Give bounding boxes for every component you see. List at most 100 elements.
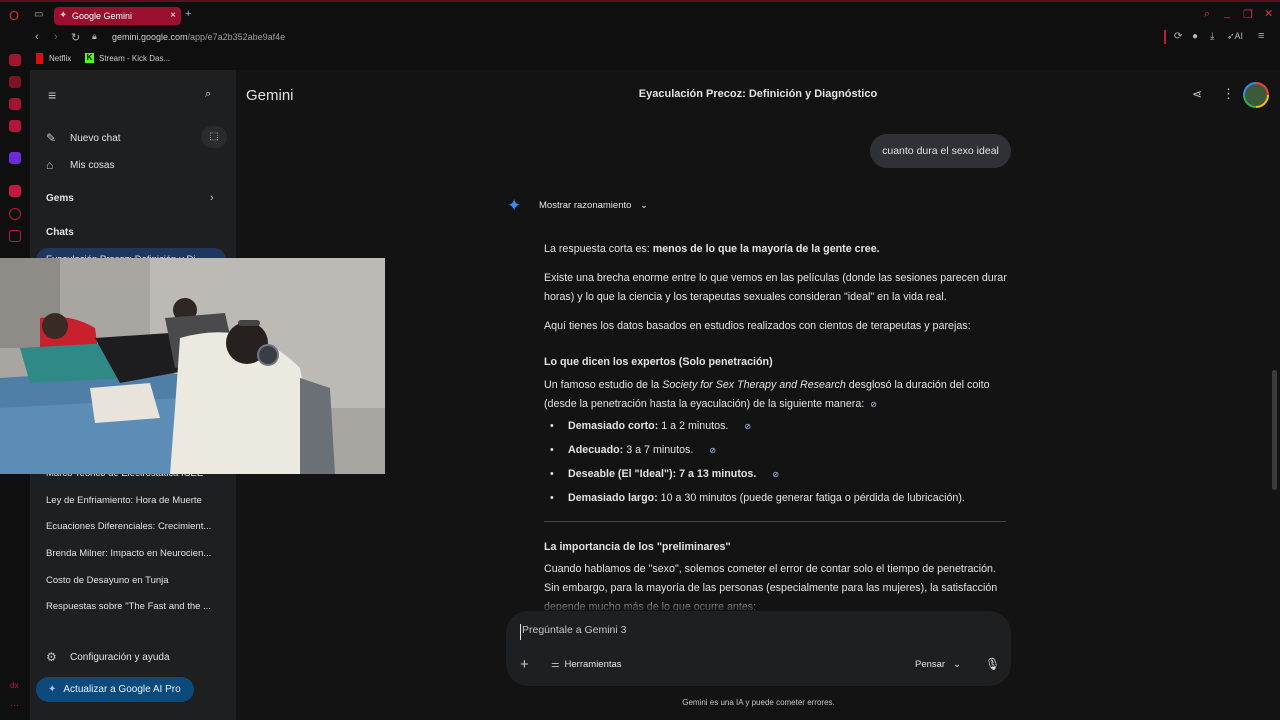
new-tab-button[interactable]: + [185,8,191,20]
divider [544,521,1006,522]
sparkle-icon: ✦ [48,684,57,695]
gemini-favicon-icon: ✦ [59,10,68,21]
back-icon[interactable]: ‹ [35,31,39,43]
mode-selector[interactable]: Pensar ⌄ [915,659,961,670]
list-item-bold: Adecuado: [568,444,624,456]
bookmark-netflix[interactable]: Netflix [49,54,71,63]
chevron-down-icon: ⌄ [640,200,649,211]
maximize-icon[interactable]: ❐ [1243,8,1253,21]
response-paragraph: Aquí tienes los datos basados en estudio… [544,320,971,332]
list-item-bold: Demasiado corto: [568,420,659,432]
more-icon[interactable]: ··· [10,700,19,710]
close-tab-icon[interactable]: × [170,10,176,21]
messenger-icon[interactable] [9,98,21,110]
source-link-icon[interactable]: ⊘ [709,446,716,455]
upgrade-label: Actualizar a Google AI Pro [63,684,181,695]
response-bold: menos de lo que la mayoría de la gente c… [652,243,880,255]
gems-button[interactable]: Gems [46,193,74,204]
my-stuff-label: Mis cosas [70,159,115,171]
lock-icon[interactable]: 🔒︎ [92,31,97,42]
bookmark-kick[interactable]: Stream - Kick Das... [99,54,170,63]
reload-icon[interactable]: ↻ [71,31,80,44]
close-window-icon[interactable]: ✕ [1264,7,1273,20]
opera-logo-icon[interactable]: O [9,8,19,23]
temporary-chat-button[interactable]: ⬚ [201,126,227,148]
search-tabs-icon[interactable]: ⌕ [1204,8,1210,21]
list-item: Demasiado largo: 10 a 30 minutos (puede … [550,492,965,504]
new-chat-button[interactable]: ✎ Nuevo chat [46,131,121,145]
add-icon[interactable]: + [520,656,529,673]
my-stuff-button[interactable]: ⌂ Mis cosas [46,158,114,172]
tab-island-icon[interactable]: ▭ [34,9,43,20]
list-item: Demasiado corto: 1 a 2 minutos. ⊘ [550,420,751,432]
chats-header: Chats [46,227,74,238]
mode-label: Pensar [915,659,946,670]
microphone-icon[interactable]: 🎙︎ [985,657,1000,671]
show-reasoning-label: Mostrar razonamiento [539,200,632,211]
snapshot-icon[interactable]: ⟳ [1174,31,1182,42]
response-paragraph: Existe una brecha enorme entre lo que ve… [544,272,1007,303]
source-link-icon[interactable]: ⊘ [744,422,751,431]
tools-icon: ⚌ [551,659,560,670]
search-icon[interactable]: ⌕ [205,88,211,101]
shopping-icon[interactable] [9,76,21,88]
twitch-icon[interactable] [9,152,21,164]
download-icon[interactable]: ⤓ [1210,31,1214,42]
easy-setup-icon[interactable]: ≡ [1258,30,1264,42]
refresh-panel-icon[interactable] [9,54,21,66]
side-bottom-label: dx [10,681,19,690]
netflix-icon [36,53,43,64]
list-item: Adecuado: 3 a 7 minutos. ⊘ [550,444,716,456]
tools-label: Herramientas [564,659,622,670]
edit-icon: ✎ [46,131,57,145]
minimize-icon[interactable]: _ [1224,7,1230,19]
user-message: cuanto dura el sexo ideal [870,134,1011,168]
extensions-icon[interactable] [9,230,21,242]
menu-icon[interactable]: ≡ [48,87,56,103]
webcam-overlay [0,258,385,474]
upgrade-button[interactable]: ✦ Actualizar a Google AI Pro [36,677,194,702]
scrollbar[interactable] [1272,370,1277,490]
disclaimer: Gemini es una IA y puede cometer errores… [682,698,835,707]
url-path: /app/e7a2b352abe9af4e [187,32,286,42]
video-icon[interactable] [9,120,21,132]
chevron-right-icon: › [210,192,214,204]
list-item: Deseable (El "Ideal"): 7 a 13 minutos. ⊘ [550,468,779,480]
history-item[interactable]: Ecuaciones Diferenciales: Crecimient... [46,521,220,532]
chevron-down-icon: ⌄ [953,659,962,670]
conversation-title: Eyaculación Precoz: Definición y Diagnós… [638,88,878,100]
address-divider [1164,30,1166,44]
list-item-text: 3 a 7 minutos. [623,444,694,456]
source-link-icon[interactable]: ⊘ [772,470,779,479]
list-item-text: 1 a 2 minutos. [658,420,729,432]
player-icon[interactable] [9,185,21,197]
webcam-scene [0,258,385,474]
source-link-icon[interactable]: ⊘ [870,395,877,414]
response-italic: Society for Sex Therapy and Research [662,379,846,391]
gear-icon: ⚙ [46,650,57,664]
tools-button[interactable]: ⚌ Herramientas [551,659,622,670]
prompt-input[interactable]: Pregúntale a Gemini 3 [520,624,820,640]
history-item[interactable]: Costo de Desayuno en Tunja [46,575,220,586]
url-field[interactable]: gemini.google.com/app/e7a2b352abe9af4e [112,32,285,42]
avatar[interactable] [1243,82,1269,108]
history-item[interactable]: Ley de Enfriamiento: Hora de Muerte [46,495,220,506]
list-item-bold: Demasiado largo: [568,492,658,504]
main-header: Gemini Eyaculación Precoz: Definición y … [236,70,1280,118]
browser-tab-bar: O ▭ ✦ Google Gemini × + ⌕ _ ❐ ✕ [0,0,1280,28]
section-heading: La importancia de los "preliminares" [544,541,731,553]
response-text: Un famoso estudio de la [544,379,663,391]
aria-ai-button[interactable]: ➶AI [1227,31,1243,42]
profile-icon[interactable]: ● [1192,31,1198,42]
forward-icon[interactable]: › [54,31,58,43]
more-options-icon[interactable]: ⋮ [1222,86,1235,102]
history-item[interactable]: Respuestas sobre "The Fast and the ... [46,601,220,612]
prompt-composer: Pregúntale a Gemini 3 + ⚌ Herramientas Pe… [506,611,1011,686]
show-reasoning-button[interactable]: Mostrar razonamiento ⌄ [539,200,648,211]
history-icon[interactable] [9,208,21,220]
history-item[interactable]: Brenda Milner: Impacto en Neurocien... [46,548,220,559]
gemini-sparkle-icon: ✦ [507,196,522,215]
settings-help-button[interactable]: ⚙ Configuración y ayuda [46,650,170,664]
browser-tab-gemini[interactable]: ✦ Google Gemini × [54,7,181,25]
share-icon[interactable]: ⋖ [1192,87,1202,101]
